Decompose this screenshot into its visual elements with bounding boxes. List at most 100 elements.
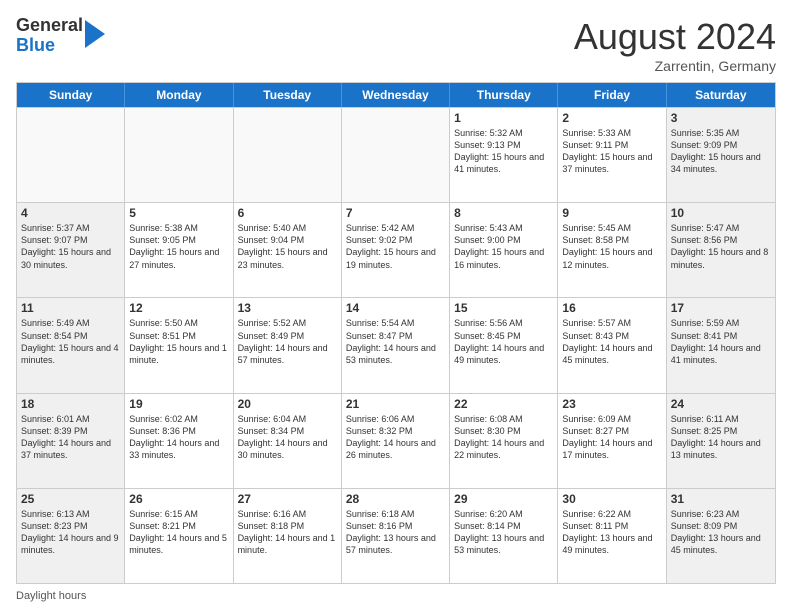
cal-cell-empty — [125, 108, 233, 202]
cell-text: Sunrise: 6:15 AM Sunset: 8:21 PM Dayligh… — [129, 508, 228, 557]
cal-cell-day-27: 27 Sunrise: 6:16 AM Sunset: 8:18 PM Dayli… — [234, 489, 342, 583]
cal-cell-day-4: 4 Sunrise: 5:37 AM Sunset: 9:07 PM Daylig… — [17, 203, 125, 297]
cal-cell-day-3: 3 Sunrise: 5:35 AM Sunset: 9:09 PM Daylig… — [667, 108, 775, 202]
cal-cell-day-10: 10 Sunrise: 5:47 AM Sunset: 8:56 PM Dayli… — [667, 203, 775, 297]
cell-text: Sunrise: 6:18 AM Sunset: 8:16 PM Dayligh… — [346, 508, 445, 557]
cal-header-tuesday: Tuesday — [234, 83, 342, 107]
cal-cell-day-8: 8 Sunrise: 5:43 AM Sunset: 9:00 PM Daylig… — [450, 203, 558, 297]
cell-text: Sunrise: 6:16 AM Sunset: 8:18 PM Dayligh… — [238, 508, 337, 557]
cal-cell-day-7: 7Sunrise: 5:42 AM Sunset: 9:02 PM Daylig… — [342, 203, 450, 297]
cal-cell-empty — [342, 108, 450, 202]
cal-cell-day-12: 12 Sunrise: 5:50 AM Sunset: 8:51 PM Dayli… — [125, 298, 233, 392]
day-number: 1 — [454, 111, 553, 125]
day-number: 17 — [671, 301, 771, 315]
cell-text: Sunrise: 5:33 AM Sunset: 9:11 PM Dayligh… — [562, 127, 661, 176]
cal-cell-empty — [17, 108, 125, 202]
day-number: 27 — [238, 492, 337, 506]
cal-cell-day-19: 19 Sunrise: 6:02 AM Sunset: 8:36 PM Dayli… — [125, 394, 233, 488]
page: General Blue August 2024 Zarrentin, Germ… — [0, 0, 792, 612]
cal-row-4: 18 Sunrise: 6:01 AM Sunset: 8:39 PM Dayli… — [17, 393, 775, 488]
title-block: August 2024 Zarrentin, Germany — [574, 16, 776, 74]
cal-cell-day-25: 25 Sunrise: 6:13 AM Sunset: 8:23 PM Dayli… — [17, 489, 125, 583]
day-number: 11 — [21, 301, 120, 315]
day-number: 16 — [562, 301, 661, 315]
day-number: 19 — [129, 397, 228, 411]
cell-text: Sunrise: 5:42 AM Sunset: 9:02 PM Dayligh… — [346, 222, 445, 271]
cell-text: Sunrise: 6:13 AM Sunset: 8:23 PM Dayligh… — [21, 508, 120, 557]
cell-text: Sunrise: 6:09 AM Sunset: 8:27 PM Dayligh… — [562, 413, 661, 462]
calendar-header: SundayMondayTuesdayWednesdayThursdayFrid… — [17, 83, 775, 107]
cal-cell-day-23: 23Sunrise: 6:09 AM Sunset: 8:27 PM Dayli… — [558, 394, 666, 488]
cell-text: Sunrise: 5:35 AM Sunset: 9:09 PM Dayligh… — [671, 127, 771, 176]
cal-cell-day-9: 9 Sunrise: 5:45 AM Sunset: 8:58 PM Daylig… — [558, 203, 666, 297]
calendar-body: 1 Sunrise: 5:32 AM Sunset: 9:13 PM Daylig… — [17, 107, 775, 583]
cal-cell-day-13: 13Sunrise: 5:52 AM Sunset: 8:49 PM Dayli… — [234, 298, 342, 392]
day-number: 6 — [238, 206, 337, 220]
day-number: 5 — [129, 206, 228, 220]
day-number: 15 — [454, 301, 553, 315]
cell-text: Sunrise: 5:43 AM Sunset: 9:00 PM Dayligh… — [454, 222, 553, 271]
cal-row-1: 1 Sunrise: 5:32 AM Sunset: 9:13 PM Daylig… — [17, 107, 775, 202]
cell-text: Sunrise: 6:08 AM Sunset: 8:30 PM Dayligh… — [454, 413, 553, 462]
cell-text: Sunrise: 5:49 AM Sunset: 8:54 PM Dayligh… — [21, 317, 120, 366]
cal-cell-day-11: 11 Sunrise: 5:49 AM Sunset: 8:54 PM Dayli… — [17, 298, 125, 392]
cal-cell-day-30: 30Sunrise: 6:22 AM Sunset: 8:11 PM Dayli… — [558, 489, 666, 583]
cal-cell-day-5: 5 Sunrise: 5:38 AM Sunset: 9:05 PM Daylig… — [125, 203, 233, 297]
location: Zarrentin, Germany — [574, 58, 776, 74]
cell-text: Sunrise: 6:20 AM Sunset: 8:14 PM Dayligh… — [454, 508, 553, 557]
day-number: 25 — [21, 492, 120, 506]
cal-cell-day-2: 2 Sunrise: 5:33 AM Sunset: 9:11 PM Daylig… — [558, 108, 666, 202]
day-number: 10 — [671, 206, 771, 220]
day-number: 18 — [21, 397, 120, 411]
cell-text: Sunrise: 5:52 AM Sunset: 8:49 PM Dayligh… — [238, 317, 337, 366]
cal-cell-empty — [234, 108, 342, 202]
cal-cell-day-24: 24Sunrise: 6:11 AM Sunset: 8:25 PM Dayli… — [667, 394, 775, 488]
cal-cell-day-17: 17Sunrise: 5:59 AM Sunset: 8:41 PM Dayli… — [667, 298, 775, 392]
cal-cell-day-20: 20Sunrise: 6:04 AM Sunset: 8:34 PM Dayli… — [234, 394, 342, 488]
logo-icon — [85, 20, 105, 48]
cell-text: Sunrise: 6:02 AM Sunset: 8:36 PM Dayligh… — [129, 413, 228, 462]
cal-row-3: 11 Sunrise: 5:49 AM Sunset: 8:54 PM Dayli… — [17, 297, 775, 392]
cell-text: Sunrise: 5:37 AM Sunset: 9:07 PM Dayligh… — [21, 222, 120, 271]
cal-header-wednesday: Wednesday — [342, 83, 450, 107]
cal-cell-day-1: 1 Sunrise: 5:32 AM Sunset: 9:13 PM Daylig… — [450, 108, 558, 202]
day-number: 2 — [562, 111, 661, 125]
cell-text: Sunrise: 6:01 AM Sunset: 8:39 PM Dayligh… — [21, 413, 120, 462]
day-number: 26 — [129, 492, 228, 506]
cal-cell-day-22: 22 Sunrise: 6:08 AM Sunset: 8:30 PM Dayli… — [450, 394, 558, 488]
day-number: 22 — [454, 397, 553, 411]
cal-cell-day-6: 6 Sunrise: 5:40 AM Sunset: 9:04 PM Daylig… — [234, 203, 342, 297]
logo-text: General Blue — [16, 16, 83, 56]
cell-text: Sunrise: 5:54 AM Sunset: 8:47 PM Dayligh… — [346, 317, 445, 366]
cell-text: Sunrise: 5:47 AM Sunset: 8:56 PM Dayligh… — [671, 222, 771, 271]
cal-header-monday: Monday — [125, 83, 233, 107]
cell-text: Sunrise: 5:50 AM Sunset: 8:51 PM Dayligh… — [129, 317, 228, 366]
logo: General Blue — [16, 16, 105, 56]
cell-text: Sunrise: 5:45 AM Sunset: 8:58 PM Dayligh… — [562, 222, 661, 271]
header: General Blue August 2024 Zarrentin, Germ… — [16, 16, 776, 74]
cell-text: Sunrise: 5:57 AM Sunset: 8:43 PM Dayligh… — [562, 317, 661, 366]
day-number: 3 — [671, 111, 771, 125]
cal-header-friday: Friday — [558, 83, 666, 107]
cell-text: Sunrise: 5:40 AM Sunset: 9:04 PM Dayligh… — [238, 222, 337, 271]
daylight-label: Daylight hours — [16, 590, 86, 602]
day-number: 28 — [346, 492, 445, 506]
day-number: 8 — [454, 206, 553, 220]
day-number: 9 — [562, 206, 661, 220]
cal-header-saturday: Saturday — [667, 83, 775, 107]
cal-cell-day-18: 18 Sunrise: 6:01 AM Sunset: 8:39 PM Dayli… — [17, 394, 125, 488]
footer: Daylight hours — [16, 590, 776, 602]
cal-header-thursday: Thursday — [450, 83, 558, 107]
day-number: 20 — [238, 397, 337, 411]
cal-cell-day-28: 28 Sunrise: 6:18 AM Sunset: 8:16 PM Dayli… — [342, 489, 450, 583]
day-number: 12 — [129, 301, 228, 315]
cal-cell-day-26: 26 Sunrise: 6:15 AM Sunset: 8:21 PM Dayli… — [125, 489, 233, 583]
cell-text: Sunrise: 5:32 AM Sunset: 9:13 PM Dayligh… — [454, 127, 553, 176]
cell-text: Sunrise: 5:38 AM Sunset: 9:05 PM Dayligh… — [129, 222, 228, 271]
cell-text: Sunrise: 6:23 AM Sunset: 8:09 PM Dayligh… — [671, 508, 771, 557]
day-number: 4 — [21, 206, 120, 220]
cell-text: Sunrise: 5:56 AM Sunset: 8:45 PM Dayligh… — [454, 317, 553, 366]
cal-cell-day-15: 15 Sunrise: 5:56 AM Sunset: 8:45 PM Dayli… — [450, 298, 558, 392]
day-number: 21 — [346, 397, 445, 411]
cal-cell-day-14: 14Sunrise: 5:54 AM Sunset: 8:47 PM Dayli… — [342, 298, 450, 392]
